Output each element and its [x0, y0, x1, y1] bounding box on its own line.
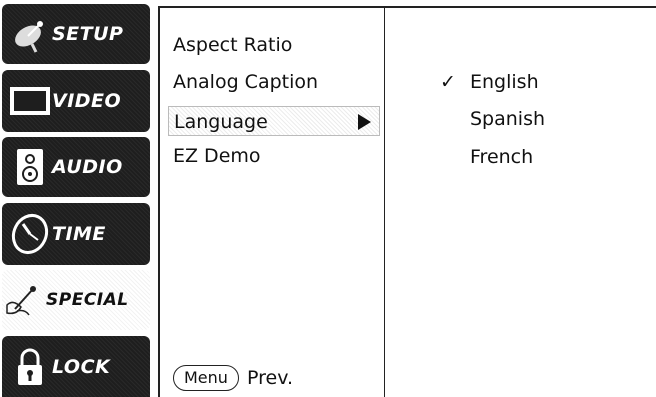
option-spanish[interactable]: Spanish: [470, 107, 545, 131]
menu-item-language[interactable]: Language: [168, 106, 380, 136]
tab-label: SETUP: [52, 23, 124, 45]
tab-label: AUDIO: [52, 156, 123, 178]
option-english[interactable]: English: [470, 70, 539, 94]
menu-item-ez-demo[interactable]: EZ Demo: [173, 144, 261, 168]
menu-item-analog-caption[interactable]: Analog Caption: [173, 70, 318, 94]
tab-lock[interactable]: LOCK: [2, 336, 150, 397]
option-french[interactable]: French: [470, 145, 533, 169]
padlock-icon: [8, 345, 52, 389]
menu-item-label: Language: [174, 111, 268, 133]
tv-screen-icon: [8, 79, 52, 123]
tab-label: VIDEO: [52, 90, 122, 112]
check-icon: ✓: [440, 71, 456, 93]
speaker-icon: [8, 145, 52, 189]
tab-special[interactable]: SPECIAL: [2, 270, 150, 330]
satellite-dish-icon: [8, 12, 52, 56]
tab-video[interactable]: VIDEO: [2, 70, 150, 132]
tab-label: TIME: [52, 223, 106, 245]
menu-button[interactable]: Menu: [173, 365, 239, 391]
panel-divider: [384, 6, 385, 397]
tab-label: SPECIAL: [46, 290, 129, 310]
tv-osd-menu: SETUP VIDEO AUDIO TIME SPECIAL LOCK Aspe…: [0, 0, 656, 397]
menu-item-aspect-ratio[interactable]: Aspect Ratio: [173, 33, 292, 57]
tab-setup[interactable]: SETUP: [2, 4, 150, 64]
magic-wand-icon: [2, 278, 46, 322]
tab-time[interactable]: TIME: [2, 203, 150, 265]
tab-label: LOCK: [52, 355, 111, 378]
prev-label: Prev.: [247, 367, 294, 389]
submenu-arrow-icon: [358, 114, 371, 130]
clock-icon: [8, 212, 52, 256]
menu-panel: [158, 6, 656, 397]
tab-audio[interactable]: AUDIO: [2, 137, 150, 197]
